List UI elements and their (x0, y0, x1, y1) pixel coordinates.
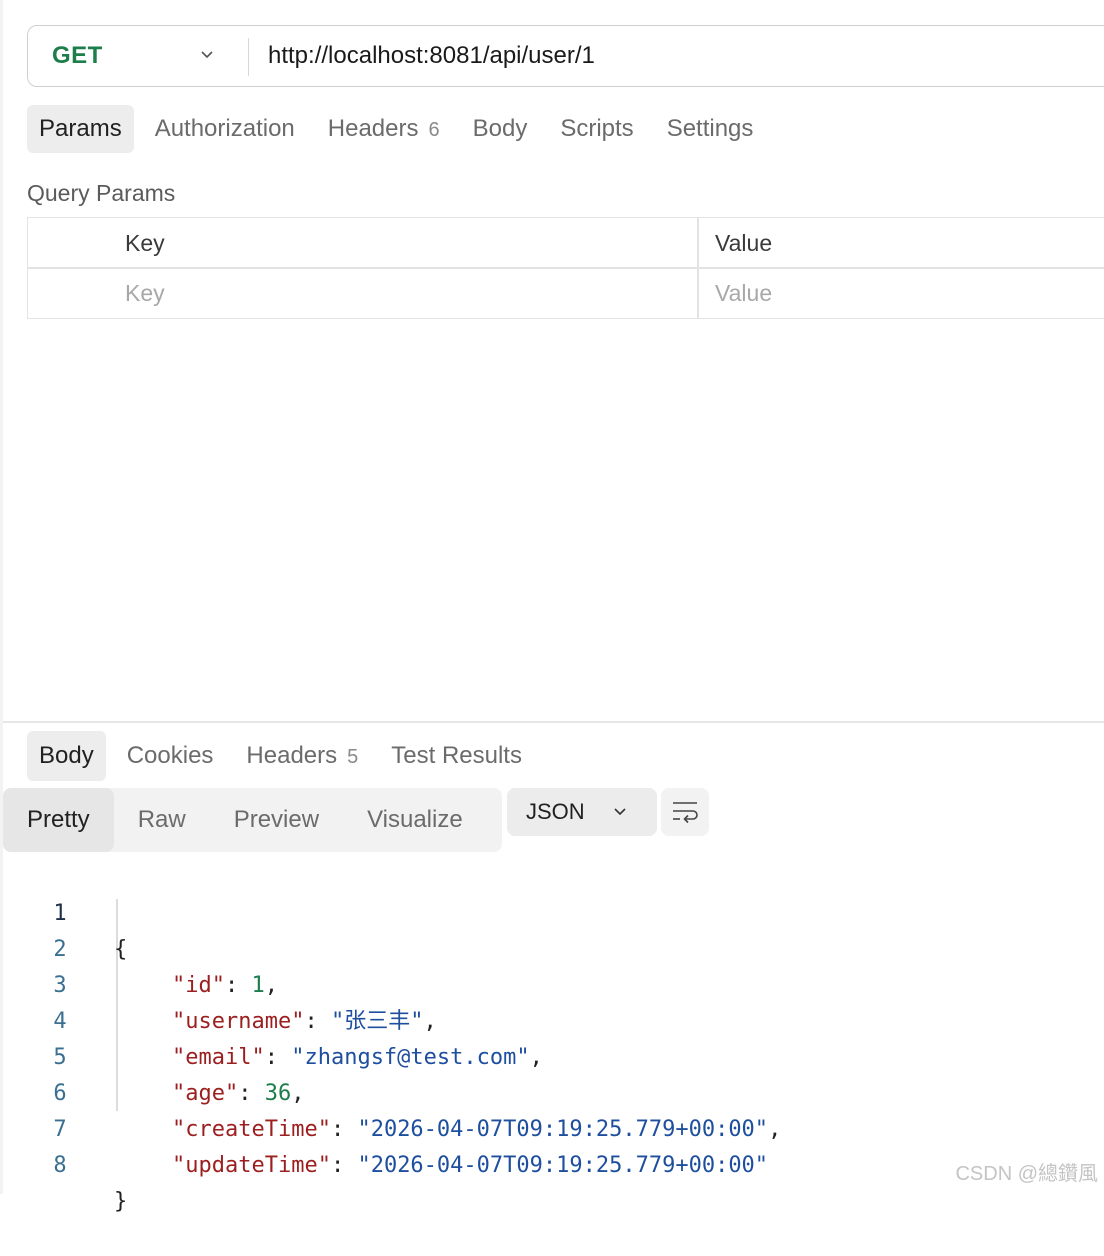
url-divider (248, 38, 249, 76)
code-line: 1 { (0, 860, 127, 962)
code-line: 5 "age": 36, (0, 1004, 304, 1106)
json-key: "email" (172, 1045, 265, 1070)
tab-headers[interactable]: Headers 6 (316, 105, 452, 153)
json-key: "age" (172, 1081, 239, 1106)
param-key-input[interactable]: Key (125, 280, 165, 307)
url-bar: GET http://localhost:8081/api/user/1 (27, 25, 1104, 87)
indent-guide (116, 899, 118, 1111)
tab-response-cookies[interactable]: Cookies (115, 731, 226, 781)
headers-count-badge: 6 (428, 119, 440, 141)
tab-params[interactable]: Params (27, 105, 134, 153)
json-value: 36 (264, 1081, 292, 1106)
json-value: "张三丰" (330, 1009, 424, 1034)
text-wrap-icon (673, 802, 698, 824)
code-line: 7 "updateTime": "2026-04-07T09:19:25.779… (0, 1076, 768, 1178)
http-method-select[interactable]: GET (52, 42, 103, 70)
response-panel-divider[interactable] (3, 721, 1104, 723)
format-select-value: JSON (526, 799, 585, 824)
table-column-divider (697, 218, 699, 318)
json-value: "2026-04-07T09:19:25.779+00:00" (357, 1117, 769, 1142)
chevron-down-icon[interactable] (200, 48, 214, 62)
json-key: "createTime" (172, 1117, 331, 1142)
code-line: 8 } (0, 1112, 127, 1214)
wrap-lines-button[interactable] (661, 788, 709, 836)
table-row-divider (28, 267, 1104, 269)
code-line: 2 "id": 1, (0, 896, 278, 998)
tab-authorization[interactable]: Authorization (143, 105, 307, 153)
view-preview-button[interactable]: Preview (210, 788, 343, 852)
json-key: "updateTime" (172, 1153, 331, 1178)
url-input[interactable]: http://localhost:8081/api/user/1 (268, 42, 595, 70)
tab-response-headers[interactable]: Headers 5 (234, 731, 370, 781)
format-select[interactable]: JSON (507, 788, 657, 836)
chevron-down-icon (614, 808, 626, 816)
tab-scripts[interactable]: Scripts (548, 105, 645, 153)
json-value: 1 (251, 973, 265, 998)
json-open-brace: { (114, 937, 128, 962)
json-key: "username" (172, 1009, 305, 1034)
view-mode-selector: Pretty Raw Preview Visualize (3, 788, 502, 852)
json-value: "2026-04-07T09:19:25.779+00:00" (357, 1153, 769, 1178)
query-params-title: Query Params (27, 180, 176, 206)
tab-response-body[interactable]: Body (27, 731, 106, 781)
watermark: CSDN @總鑽風 (955, 1163, 1098, 1185)
view-raw-button[interactable]: Raw (114, 788, 210, 852)
json-value: "zhangsf@test.com" (291, 1045, 530, 1070)
tab-body[interactable]: Body (461, 105, 540, 153)
tab-settings[interactable]: Settings (655, 105, 766, 153)
code-line: 6 "createTime": "2026-04-07T09:19:25.779… (0, 1040, 781, 1142)
line-number: 8 (53, 1153, 67, 1178)
tab-test-results[interactable]: Test Results (379, 731, 534, 781)
view-pretty-button[interactable]: Pretty (3, 788, 114, 852)
code-line: 4 "email": "zhangsf@test.com", (0, 968, 543, 1070)
response-headers-count-badge: 5 (347, 746, 359, 768)
query-params-table: Key Value Key Value (27, 217, 1104, 319)
json-close-brace: } (114, 1189, 128, 1214)
view-visualize-button[interactable]: Visualize (343, 788, 487, 852)
response-tabs: Body Cookies Headers 5 Test Results (27, 731, 543, 781)
value-column-header: Value (715, 230, 773, 256)
code-line: 3 "username": "张三丰", (0, 932, 436, 1034)
json-key: "id" (172, 973, 225, 998)
key-column-header: Key (125, 230, 165, 256)
request-tabs: Params Authorization Headers 6 Body Scrip… (27, 105, 774, 153)
param-value-input[interactable]: Value (715, 280, 772, 307)
